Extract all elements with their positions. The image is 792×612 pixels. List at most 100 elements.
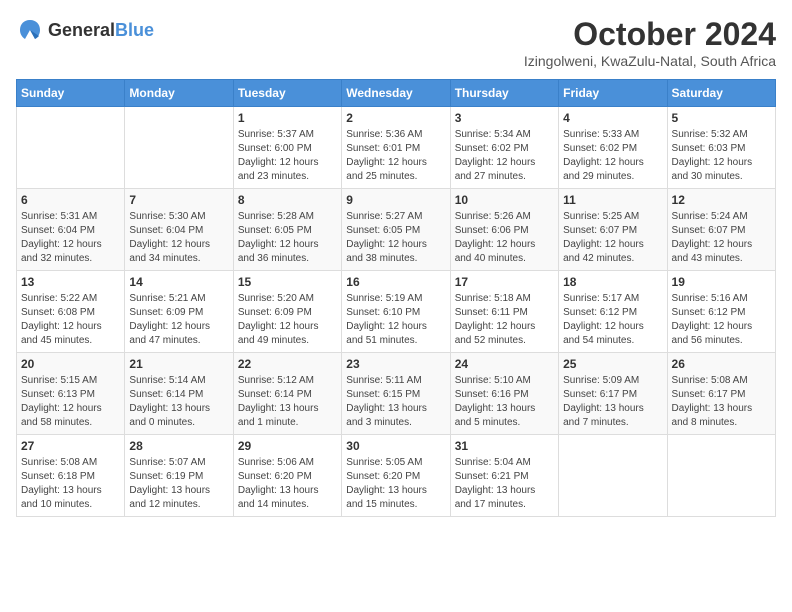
day-cell: 1 Sunrise: 5:37 AM Sunset: 6:00 PM Daylig… [233,107,341,189]
title-section: October 2024 Izingolweni, KwaZulu-Natal,… [524,16,776,69]
day-cell: 13 Sunrise: 5:22 AM Sunset: 6:08 PM Dayli… [17,271,125,353]
day-number: 3 [455,111,554,125]
day-detail: Sunrise: 5:21 AM Sunset: 6:09 PM Dayligh… [129,292,228,348]
day-number: 30 [346,439,445,453]
day-detail: Sunrise: 5:16 AM Sunset: 6:12 PM Dayligh… [672,292,771,348]
day-number: 9 [346,193,445,207]
day-cell: 30 Sunrise: 5:05 AM Sunset: 6:20 PM Dayli… [342,435,450,517]
day-detail: Sunrise: 5:09 AM Sunset: 6:17 PM Dayligh… [563,374,662,430]
day-number: 27 [21,439,120,453]
day-cell: 21Sunrise: 5:14 AM Sunset: 6:14 PM Dayli… [125,353,233,435]
day-cell: 5Sunrise: 5:32 AM Sunset: 6:03 PM Daylig… [667,107,775,189]
day-cell [559,435,667,517]
day-number: 1 [238,111,337,125]
day-detail: Sunrise: 5:36 AM Sunset: 6:01 PM Dayligh… [346,128,445,184]
day-number: 12 [672,193,771,207]
day-number: 28 [129,439,228,453]
day-cell: 16Sunrise: 5:19 AM Sunset: 6:10 PM Dayli… [342,271,450,353]
day-cell: 9 Sunrise: 5:27 AM Sunset: 6:05 PM Daylig… [342,189,450,271]
header-cell-tuesday: Tuesday [233,80,341,107]
day-detail: Sunrise: 5:22 AM Sunset: 6:08 PM Dayligh… [21,292,120,348]
day-cell: 26Sunrise: 5:08 AM Sunset: 6:17 PM Dayli… [667,353,775,435]
day-number: 7 [129,193,228,207]
day-cell: 4 Sunrise: 5:33 AM Sunset: 6:02 PM Daylig… [559,107,667,189]
day-number: 17 [455,275,554,289]
day-cell: 28 Sunrise: 5:07 AM Sunset: 6:19 PM Dayli… [125,435,233,517]
day-cell: 31 Sunrise: 5:04 AM Sunset: 6:21 PM Dayli… [450,435,558,517]
day-cell: 2Sunrise: 5:36 AM Sunset: 6:01 PM Daylig… [342,107,450,189]
day-number: 23 [346,357,445,371]
week-row-4: 27Sunrise: 5:08 AM Sunset: 6:18 PM Dayli… [17,435,776,517]
day-cell: 17Sunrise: 5:18 AM Sunset: 6:11 PM Dayli… [450,271,558,353]
header-cell-monday: Monday [125,80,233,107]
day-cell: 24 Sunrise: 5:10 AM Sunset: 6:16 PM Dayli… [450,353,558,435]
day-cell: 25 Sunrise: 5:09 AM Sunset: 6:17 PM Dayli… [559,353,667,435]
day-detail: Sunrise: 5:20 AM Sunset: 6:09 PM Dayligh… [238,292,337,348]
week-row-2: 13 Sunrise: 5:22 AM Sunset: 6:08 PM Dayli… [17,271,776,353]
day-detail: Sunrise: 5:30 AM Sunset: 6:04 PM Dayligh… [129,210,228,266]
main-title: October 2024 [524,16,776,53]
day-cell: 22 Sunrise: 5:12 AM Sunset: 6:14 PM Dayli… [233,353,341,435]
day-number: 29 [238,439,337,453]
day-number: 4 [563,111,662,125]
logo-blue: Blue [115,20,154,40]
day-number: 19 [672,275,771,289]
day-number: 15 [238,275,337,289]
day-cell: 8Sunrise: 5:28 AM Sunset: 6:05 PM Daylig… [233,189,341,271]
day-detail: Sunrise: 5:05 AM Sunset: 6:20 PM Dayligh… [346,456,445,512]
logo-icon [16,16,44,44]
day-number: 24 [455,357,554,371]
week-row-0: 1 Sunrise: 5:37 AM Sunset: 6:00 PM Daylig… [17,107,776,189]
day-detail: Sunrise: 5:07 AM Sunset: 6:19 PM Dayligh… [129,456,228,512]
day-detail: Sunrise: 5:04 AM Sunset: 6:21 PM Dayligh… [455,456,554,512]
day-detail: Sunrise: 5:12 AM Sunset: 6:14 PM Dayligh… [238,374,337,430]
day-number: 26 [672,357,771,371]
day-detail: Sunrise: 5:15 AM Sunset: 6:13 PM Dayligh… [21,374,120,430]
day-detail: Sunrise: 5:25 AM Sunset: 6:07 PM Dayligh… [563,210,662,266]
day-detail: Sunrise: 5:27 AM Sunset: 6:05 PM Dayligh… [346,210,445,266]
day-detail: Sunrise: 5:06 AM Sunset: 6:20 PM Dayligh… [238,456,337,512]
day-cell [667,435,775,517]
subtitle: Izingolweni, KwaZulu-Natal, South Africa [524,53,776,69]
day-number: 11 [563,193,662,207]
logo: GeneralBlue [16,16,154,44]
day-number: 31 [455,439,554,453]
logo-general: General [48,20,115,40]
day-number: 10 [455,193,554,207]
header-cell-thursday: Thursday [450,80,558,107]
header-cell-sunday: Sunday [17,80,125,107]
day-cell: 20 Sunrise: 5:15 AM Sunset: 6:13 PM Dayli… [17,353,125,435]
day-cell: 12Sunrise: 5:24 AM Sunset: 6:07 PM Dayli… [667,189,775,271]
day-number: 25 [563,357,662,371]
day-detail: Sunrise: 5:26 AM Sunset: 6:06 PM Dayligh… [455,210,554,266]
day-cell: 3Sunrise: 5:34 AM Sunset: 6:02 PM Daylig… [450,107,558,189]
day-detail: Sunrise: 5:14 AM Sunset: 6:14 PM Dayligh… [129,374,228,430]
day-number: 14 [129,275,228,289]
day-detail: Sunrise: 5:28 AM Sunset: 6:05 PM Dayligh… [238,210,337,266]
day-detail: Sunrise: 5:19 AM Sunset: 6:10 PM Dayligh… [346,292,445,348]
calendar: SundayMondayTuesdayWednesdayThursdayFrid… [16,79,776,517]
day-detail: Sunrise: 5:37 AM Sunset: 6:00 PM Dayligh… [238,128,337,184]
day-detail: Sunrise: 5:10 AM Sunset: 6:16 PM Dayligh… [455,374,554,430]
day-cell: 14 Sunrise: 5:21 AM Sunset: 6:09 PM Dayli… [125,271,233,353]
header-cell-friday: Friday [559,80,667,107]
day-detail: Sunrise: 5:11 AM Sunset: 6:15 PM Dayligh… [346,374,445,430]
week-row-1: 6Sunrise: 5:31 AM Sunset: 6:04 PM Daylig… [17,189,776,271]
day-cell: 27Sunrise: 5:08 AM Sunset: 6:18 PM Dayli… [17,435,125,517]
page-header: GeneralBlue October 2024 Izingolweni, Kw… [16,16,776,69]
day-cell: 19 Sunrise: 5:16 AM Sunset: 6:12 PM Dayli… [667,271,775,353]
day-number: 18 [563,275,662,289]
day-detail: Sunrise: 5:33 AM Sunset: 6:02 PM Dayligh… [563,128,662,184]
day-number: 20 [21,357,120,371]
day-number: 22 [238,357,337,371]
day-cell: 29 Sunrise: 5:06 AM Sunset: 6:20 PM Dayli… [233,435,341,517]
day-number: 13 [21,275,120,289]
day-detail: Sunrise: 5:17 AM Sunset: 6:12 PM Dayligh… [563,292,662,348]
day-cell: 11 Sunrise: 5:25 AM Sunset: 6:07 PM Dayli… [559,189,667,271]
day-cell: 15 Sunrise: 5:20 AM Sunset: 6:09 PM Dayli… [233,271,341,353]
day-cell: 6Sunrise: 5:31 AM Sunset: 6:04 PM Daylig… [17,189,125,271]
day-cell [125,107,233,189]
header-cell-wednesday: Wednesday [342,80,450,107]
day-number: 6 [21,193,120,207]
day-detail: Sunrise: 5:32 AM Sunset: 6:03 PM Dayligh… [672,128,771,184]
